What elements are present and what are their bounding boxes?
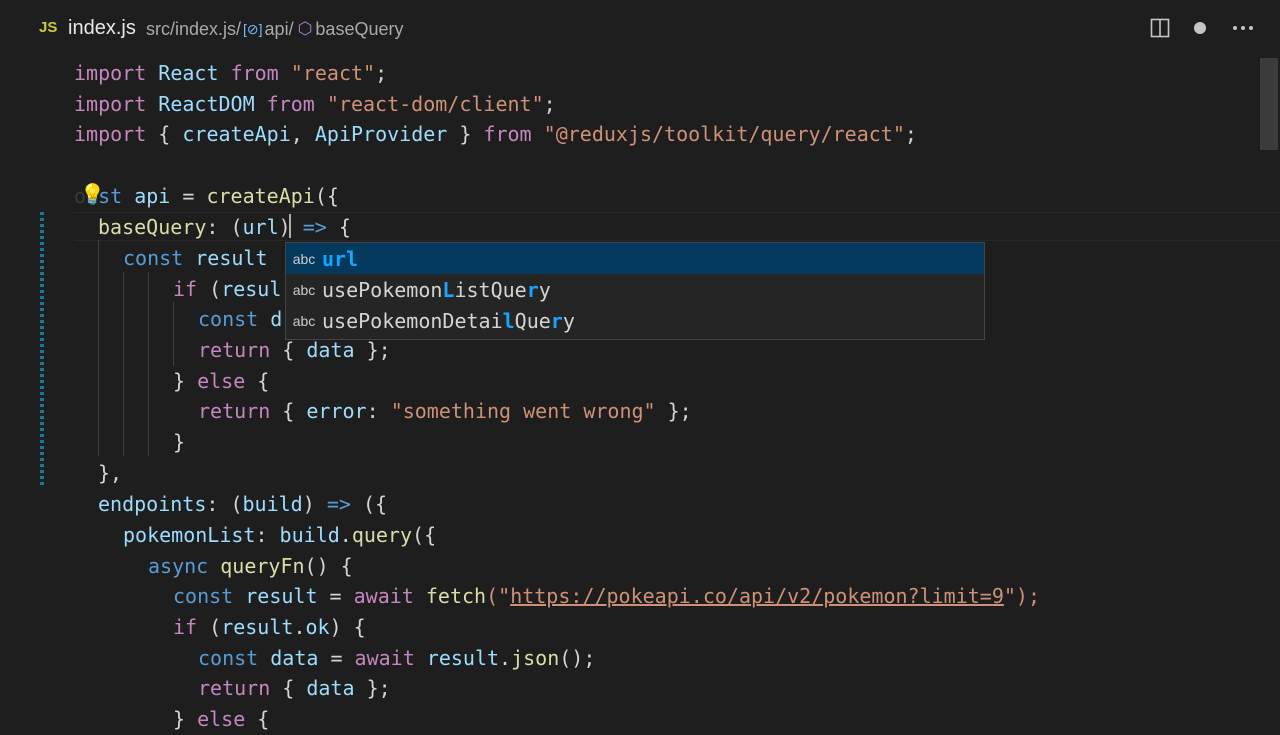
code-line-1: import React from "react"; <box>74 61 388 85</box>
code-line-18: const result = await fetch("https://poke… <box>173 584 1040 608</box>
suggest-widget: abc url abc usePokemonListQuery abc useP… <box>285 242 985 340</box>
breadcrumb-basequery[interactable]: baseQuery <box>315 19 403 40</box>
suggest-label: usePokemonListQuery <box>322 277 551 302</box>
code-line-21: return { data }; <box>198 676 391 700</box>
code-line-6: baseQuery: (url) => { <box>98 215 351 239</box>
code-line-7: const result <box>123 246 268 270</box>
code-line-15: endpoints: (build) => ({ <box>98 492 388 516</box>
method-cube-icon: ⬡ <box>297 19 313 38</box>
text-suggestion-icon: abc <box>292 281 316 298</box>
code-line-11: } else { <box>173 369 270 393</box>
code-line-9: const d <box>198 307 283 331</box>
breadcrumb: src/index.js/ [⊘] api/ ⬡ baseQuery <box>146 16 403 42</box>
breadcrumb-api[interactable]: api/ <box>265 19 294 40</box>
breadcrumb-path[interactable]: src/index.js/ <box>146 19 241 40</box>
editor-tab-header: JS index.js src/index.js/ [⊘] api/ ⬡ bas… <box>0 0 1280 56</box>
code-line-13: } <box>173 430 186 454</box>
variable-symbol-icon: [⊘] <box>243 20 263 37</box>
code-line-16: pokemonList: build.query({ <box>123 523 437 547</box>
code-line-14: }, <box>98 461 123 485</box>
code-editor[interactable]: import React from "react"; import ReactD… <box>0 56 1280 731</box>
suggest-item-usepokemonlistquery[interactable]: abc usePokemonListQuery <box>286 274 984 305</box>
suggest-item-url[interactable]: abc url <box>286 243 984 274</box>
javascript-file-icon: JS <box>39 19 58 36</box>
code-line-8: if (resul <box>173 277 282 301</box>
code-line-3: import { createApi, ApiProvider } from "… <box>74 122 917 146</box>
fetch-url-link[interactable]: https://pokeapi.co/api/v2/pokemon?limit=… <box>510 584 1004 608</box>
code-line-2: import ReactDOM from "react-dom/client"; <box>74 92 556 116</box>
code-line-19: if (result.ok) { <box>173 615 366 639</box>
more-actions-icon[interactable] <box>1231 16 1255 40</box>
vertical-scrollbar[interactable] <box>1258 56 1280 720</box>
lightbulb-icon[interactable]: 💡 <box>80 182 105 207</box>
code-line-12: return { error: "something went wrong" }… <box>198 399 692 423</box>
code-line-17: async queryFn() { <box>148 554 353 578</box>
unsaved-dot-icon[interactable] <box>1188 16 1212 40</box>
suggest-label: usePokemonDetailQuery <box>322 308 575 333</box>
code-line-5: onst api = createApi({ <box>74 184 339 208</box>
code-line-20: const data = await result.json(); <box>198 646 596 670</box>
text-suggestion-icon: abc <box>292 312 316 329</box>
text-cursor <box>289 214 291 238</box>
suggest-item-usepokemondetailquery[interactable]: abc usePokemonDetailQuery <box>286 305 984 336</box>
text-suggestion-icon: abc <box>292 250 316 267</box>
split-editor-icon[interactable] <box>1148 16 1172 40</box>
scrollbar-thumb[interactable] <box>1260 58 1278 150</box>
editor-tab-filename[interactable]: index.js <box>68 15 136 41</box>
suggest-label: url <box>322 246 359 271</box>
